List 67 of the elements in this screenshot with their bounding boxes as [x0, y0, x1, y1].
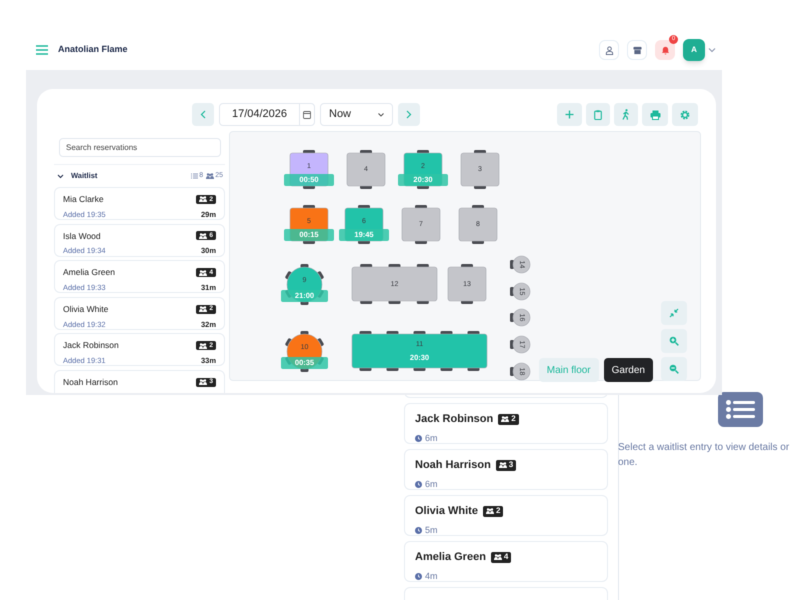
clock-icon	[415, 572, 422, 580]
guest-name: Amelia Green	[415, 550, 486, 565]
wait-time: 6m	[425, 432, 438, 444]
collapse-icon	[669, 308, 679, 318]
people-icon	[206, 173, 214, 179]
plus-icon	[565, 110, 574, 119]
walking-person-icon	[622, 109, 630, 120]
chevron-right-icon	[406, 110, 412, 119]
party-size-badge: 2	[498, 414, 519, 425]
people-icon	[199, 270, 208, 276]
printer-icon	[650, 110, 660, 120]
waitlist-card[interactable]: Noah Harrison 3 6m	[404, 449, 608, 490]
calendar-icon[interactable]	[303, 110, 311, 118]
people-icon	[199, 232, 208, 239]
time-select[interactable]: Now	[320, 103, 393, 126]
zoom-in-icon	[669, 336, 679, 346]
app-title: Anatolian Flame	[58, 43, 128, 56]
waitlist-card[interactable]: Jack Robinson 2 6m	[404, 403, 608, 444]
party-size-badge: 3	[496, 460, 516, 471]
chevron-down-icon[interactable]	[57, 174, 64, 178]
guest-name: Olivia White	[415, 504, 478, 519]
clipboard-icon	[594, 110, 602, 120]
person-icon	[604, 46, 614, 54]
clock-icon	[415, 480, 422, 488]
clipboard-button[interactable]	[586, 103, 610, 126]
zoom-out-icon	[669, 364, 679, 374]
guest-name: Jack Robinson	[415, 412, 494, 427]
store-icon	[632, 46, 642, 54]
guest-name: Isla Wood	[63, 230, 101, 242]
people-icon	[199, 196, 208, 202]
search-field[interactable]: Search reservations	[59, 138, 221, 157]
people-icon	[494, 554, 502, 560]
wait-time: 6m	[425, 478, 438, 490]
area-tab[interactable]: Garden	[604, 358, 653, 382]
clock-icon	[415, 526, 422, 534]
settings-icon	[680, 110, 690, 120]
people-icon	[199, 306, 208, 312]
wait-time: 5m	[425, 524, 438, 536]
guest-name: Jack Robinson	[63, 339, 119, 352]
chevron-down-icon	[378, 112, 384, 116]
empty-state-text: one.	[618, 456, 638, 470]
user-button[interactable]	[599, 40, 619, 60]
people-icon	[199, 379, 208, 386]
date-field[interactable]: 17/04/2026	[219, 103, 315, 126]
list-icon	[718, 392, 763, 427]
guest-name: Olivia White	[63, 302, 108, 316]
guest-name: Amelia Green	[63, 266, 115, 279]
chevron-left-icon	[200, 110, 206, 119]
empty-state-text: Select a waitlist entry to view details or	[618, 441, 790, 455]
guest-name: Noah Harrison	[415, 458, 491, 473]
party-size-badge: 4	[490, 552, 512, 563]
people-icon	[501, 416, 510, 422]
waitlist-card[interactable]: Amelia Green 4 4m	[404, 541, 608, 582]
people-icon	[199, 342, 208, 349]
guest-name: Mia Clarke	[63, 193, 104, 206]
list-icon	[191, 173, 198, 179]
notifications-button[interactable]	[655, 40, 675, 60]
clock-icon	[415, 434, 422, 442]
wait-time: 4m	[425, 570, 438, 582]
waitlist-card[interactable]: Olivia White 2 5m	[404, 495, 608, 536]
bell-icon	[660, 46, 670, 54]
people-icon	[486, 508, 494, 514]
date-value: 17/04/2026	[230, 107, 288, 122]
store-button[interactable]	[627, 40, 647, 60]
guest-name: Noah Harrison	[63, 376, 118, 389]
party-size-badge: 2	[482, 506, 504, 517]
people-icon	[498, 462, 507, 468]
